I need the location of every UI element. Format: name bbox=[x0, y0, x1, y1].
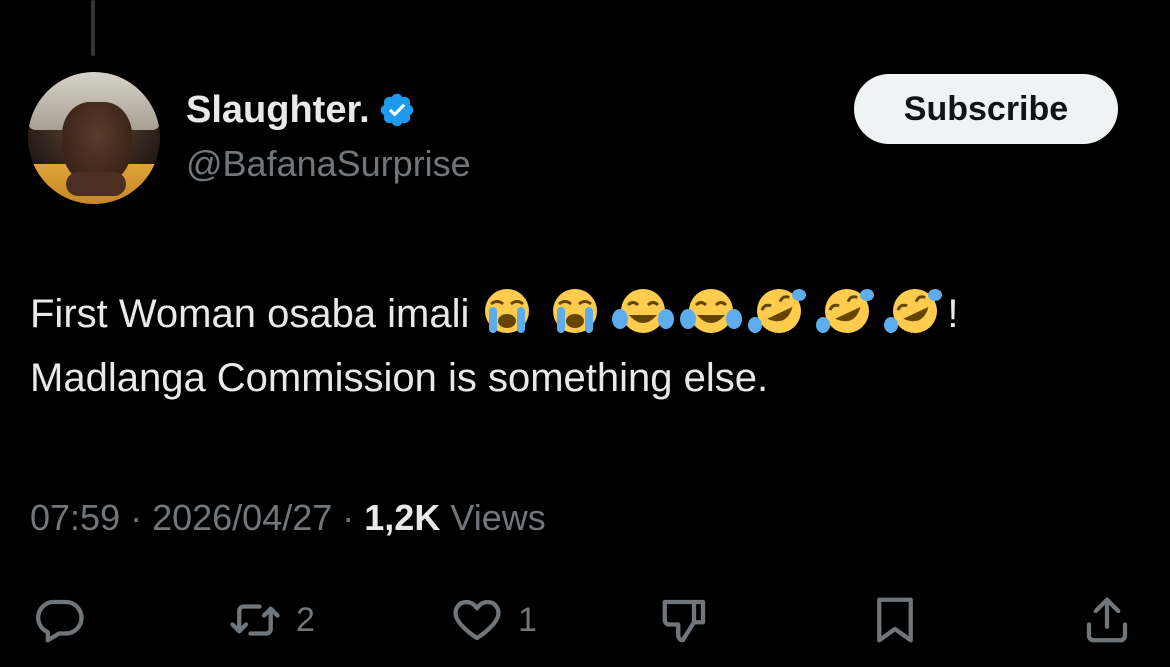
verified-badge-icon bbox=[380, 93, 413, 127]
crying-face-icon bbox=[553, 289, 598, 333]
bookmark-icon bbox=[877, 597, 913, 643]
share-icon bbox=[1086, 597, 1128, 643]
tweet-text-line-2: Madlanga Commission is something else. bbox=[30, 356, 769, 400]
meta-separator: · bbox=[120, 497, 153, 538]
crying-face-icon bbox=[485, 289, 530, 333]
like-button[interactable]: 1 bbox=[450, 588, 537, 652]
author-display-name[interactable]: Slaughter. bbox=[186, 88, 416, 132]
heart-icon bbox=[453, 599, 501, 641]
retweet-icon bbox=[230, 604, 280, 636]
share-button[interactable] bbox=[1080, 588, 1134, 652]
tweet-time[interactable]: 07:59 bbox=[30, 497, 120, 538]
retweet-button[interactable]: 2 bbox=[228, 588, 315, 652]
rofl-icon bbox=[816, 289, 875, 333]
tears-of-joy-icon bbox=[680, 289, 743, 333]
author-handle[interactable]: @BafanaSurprise bbox=[186, 142, 471, 186]
avatar[interactable] bbox=[28, 72, 160, 204]
tears-of-joy-icon bbox=[612, 289, 675, 333]
thumbs-down-icon bbox=[662, 599, 706, 643]
reply-button[interactable] bbox=[32, 588, 86, 652]
bookmark-button[interactable] bbox=[868, 588, 922, 652]
tweet-text: First Woman osaba imali! Madlanga Commis… bbox=[30, 282, 959, 410]
meta-separator: · bbox=[332, 497, 365, 538]
tweet-date[interactable]: 2026/04/27 bbox=[152, 497, 332, 538]
rofl-icon bbox=[884, 289, 943, 333]
subscribe-button[interactable]: Subscribe bbox=[854, 74, 1118, 144]
dislike-button[interactable] bbox=[658, 588, 712, 652]
action-bar: 2 1 bbox=[0, 588, 1170, 652]
thread-connector-line bbox=[91, 0, 95, 56]
tweet-metadata: 07:59 · 2026/04/27 · 1,2K Views bbox=[30, 494, 546, 542]
views-label[interactable]: Views bbox=[450, 497, 545, 538]
like-count: 1 bbox=[518, 600, 537, 639]
tweet-text-line-1-end: ! bbox=[947, 292, 959, 336]
tweet-text-line-1-words: First Woman osaba imali bbox=[30, 292, 470, 336]
rofl-icon bbox=[748, 289, 807, 333]
views-count[interactable]: 1,2K bbox=[364, 497, 440, 538]
reply-icon bbox=[36, 599, 84, 643]
retweet-count: 2 bbox=[296, 600, 315, 639]
tweet-text-line-1: First Woman osaba imali! bbox=[30, 282, 959, 346]
emoji-row bbox=[475, 287, 947, 335]
display-name-text[interactable]: Slaughter. bbox=[186, 88, 370, 132]
